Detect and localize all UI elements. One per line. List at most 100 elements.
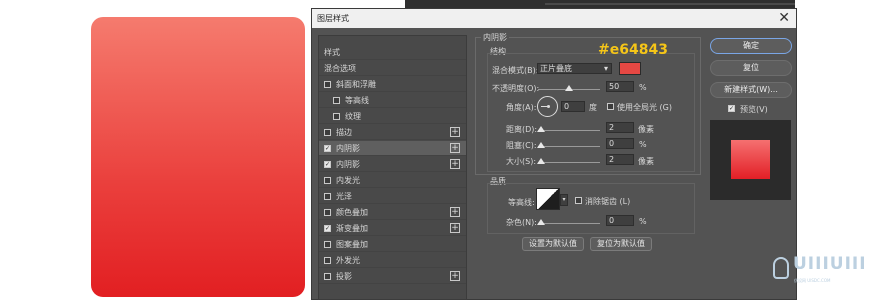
contour-preview-icon[interactable] — [536, 188, 560, 210]
add-effect-icon[interactable]: + — [450, 271, 460, 281]
distance-slider-track[interactable] — [538, 130, 600, 131]
distance-slider-thumb[interactable] — [537, 126, 545, 132]
contour-chevron-icon[interactable]: ▾ — [560, 194, 568, 206]
checkbox[interactable] — [324, 256, 331, 264]
preview-checkbox[interactable]: ✓ — [728, 105, 735, 112]
style-list-item[interactable]: ✓ 渐变叠加 + — [319, 221, 466, 236]
add-effect-icon[interactable]: + — [450, 127, 460, 137]
style-list-item[interactable]: 光泽 — [319, 189, 466, 204]
noise-slider-track[interactable] — [538, 223, 600, 224]
checkbox[interactable] — [333, 112, 340, 120]
watermark-brand: UIIIUIII — [793, 254, 867, 274]
opacity-slider-thumb[interactable] — [565, 85, 573, 91]
choke-slider-track[interactable] — [538, 146, 600, 147]
canvas-top-strip — [405, 0, 795, 8]
new-style-button[interactable]: 新建样式(W)... — [710, 82, 792, 98]
noise-unit: % — [639, 217, 647, 226]
style-list-item[interactable]: 外发光 — [319, 253, 466, 268]
lightbulb-icon — [773, 257, 789, 279]
hex-color-annotation: #e64843 — [598, 42, 668, 58]
noise-input[interactable]: 0 — [606, 215, 634, 226]
checkbox[interactable] — [333, 96, 340, 104]
style-list-item[interactable]: ✓ 内阴影 + — [319, 157, 466, 172]
style-list-item[interactable]: 等高线 — [319, 93, 466, 108]
distance-unit: 像素 — [638, 125, 654, 134]
preview-label: 预览(V) — [740, 105, 768, 114]
checked-checkbox[interactable]: ✓ — [324, 224, 331, 232]
style-preview — [710, 120, 791, 200]
chevron-down-icon: ▾ — [603, 64, 608, 73]
ok-button[interactable]: 确定 — [710, 38, 792, 54]
style-list-label: 样式 — [324, 47, 340, 57]
checkbox[interactable] — [324, 208, 331, 216]
style-list-label: 内发光 — [336, 175, 360, 185]
style-list-item[interactable]: 描边 + — [319, 125, 466, 140]
style-list-item[interactable]: 图案叠加 — [319, 237, 466, 252]
checkbox[interactable] — [324, 272, 331, 280]
style-list-item[interactable]: 内发光 — [319, 173, 466, 188]
checkbox[interactable] — [324, 192, 331, 200]
checkbox[interactable] — [324, 80, 331, 88]
size-slider-track[interactable] — [538, 162, 600, 163]
noise-label: 杂色(N): — [506, 218, 537, 227]
angle-input[interactable]: 0 — [561, 101, 585, 112]
choke-input[interactable]: 0 — [606, 138, 634, 149]
noise-slider-thumb[interactable] — [537, 219, 545, 225]
antialias-checkbox[interactable] — [575, 197, 582, 204]
contour-label: 等高线: — [508, 198, 535, 207]
antialias-label: 消除锯齿 (L) — [585, 197, 631, 206]
style-list-item[interactable]: 斜面和浮雕 — [319, 77, 466, 92]
blend-mode-value: 正片叠底 — [540, 64, 572, 73]
style-list-item[interactable]: 纹理 — [319, 109, 466, 124]
checkbox[interactable] — [324, 176, 331, 184]
size-label: 大小(S): — [506, 157, 537, 166]
style-list-label: 斜面和浮雕 — [336, 79, 376, 89]
style-list-item[interactable]: ✓ 内阴影 + — [319, 141, 466, 156]
choke-slider-thumb[interactable] — [537, 142, 545, 148]
style-list-label: 图案叠加 — [336, 239, 368, 249]
global-light-checkbox[interactable] — [607, 103, 614, 110]
angle-dial-icon[interactable] — [537, 96, 558, 117]
style-list-label: 纹理 — [345, 111, 361, 121]
size-unit: 像素 — [638, 157, 654, 166]
checkbox[interactable] — [324, 128, 331, 136]
choke-unit: % — [639, 140, 647, 149]
red-gradient-card — [91, 17, 305, 297]
checked-checkbox[interactable]: ✓ — [324, 144, 331, 152]
add-effect-icon[interactable]: + — [450, 159, 460, 169]
add-effect-icon[interactable]: + — [450, 143, 460, 153]
style-list-label: 渐变叠加 — [336, 223, 368, 233]
opacity-label: 不透明度(O): — [492, 84, 540, 93]
style-list-label: 内阴影 — [336, 159, 360, 169]
style-list-item[interactable]: 颜色叠加 + — [319, 205, 466, 220]
style-list-label: 内阴影 — [336, 143, 360, 153]
opacity-input[interactable]: 50 — [606, 81, 634, 92]
make-default-button[interactable]: 设置为默认值 — [522, 237, 584, 251]
close-icon[interactable]: ✕ — [778, 10, 790, 26]
shadow-color-swatch[interactable] — [619, 62, 641, 75]
blend-mode-label: 混合模式(B): — [492, 66, 539, 75]
style-list-label: 描边 — [336, 127, 352, 137]
style-list-label: 颜色叠加 — [336, 207, 368, 217]
style-list-item[interactable]: 样式 — [319, 45, 466, 60]
global-light-label: 使用全局光 (G) — [617, 103, 672, 112]
style-list-item[interactable]: 混合选项 — [319, 61, 466, 76]
opacity-unit: % — [639, 83, 647, 92]
checkbox[interactable] — [324, 240, 331, 248]
style-list-panel: 样式 混合选项 斜面和浮雕 等高线 纹理 描边 + ✓ 内阴影 + ✓ 内阴影 + 内发光 光泽 颜色叠加 + ✓… — [318, 35, 467, 300]
reset-default-button[interactable]: 复位为默认值 — [590, 237, 652, 251]
size-input[interactable]: 2 — [606, 154, 634, 165]
add-effect-icon[interactable]: + — [450, 207, 460, 217]
blend-mode-select[interactable]: 正片叠底 ▾ — [537, 63, 612, 74]
distance-input[interactable]: 2 — [606, 122, 634, 133]
checked-checkbox[interactable]: ✓ — [324, 160, 331, 168]
style-list-item[interactable]: 投影 + — [319, 269, 466, 284]
size-slider-thumb[interactable] — [537, 158, 545, 164]
distance-label: 距离(D): — [506, 125, 538, 134]
preview-thumbnail — [731, 140, 770, 179]
angle-unit: 度 — [589, 103, 597, 112]
reset-button[interactable]: 复位 — [710, 60, 792, 76]
dialog-title: 图层样式 — [317, 14, 349, 23]
style-list-label: 混合选项 — [324, 63, 356, 73]
add-effect-icon[interactable]: + — [450, 223, 460, 233]
